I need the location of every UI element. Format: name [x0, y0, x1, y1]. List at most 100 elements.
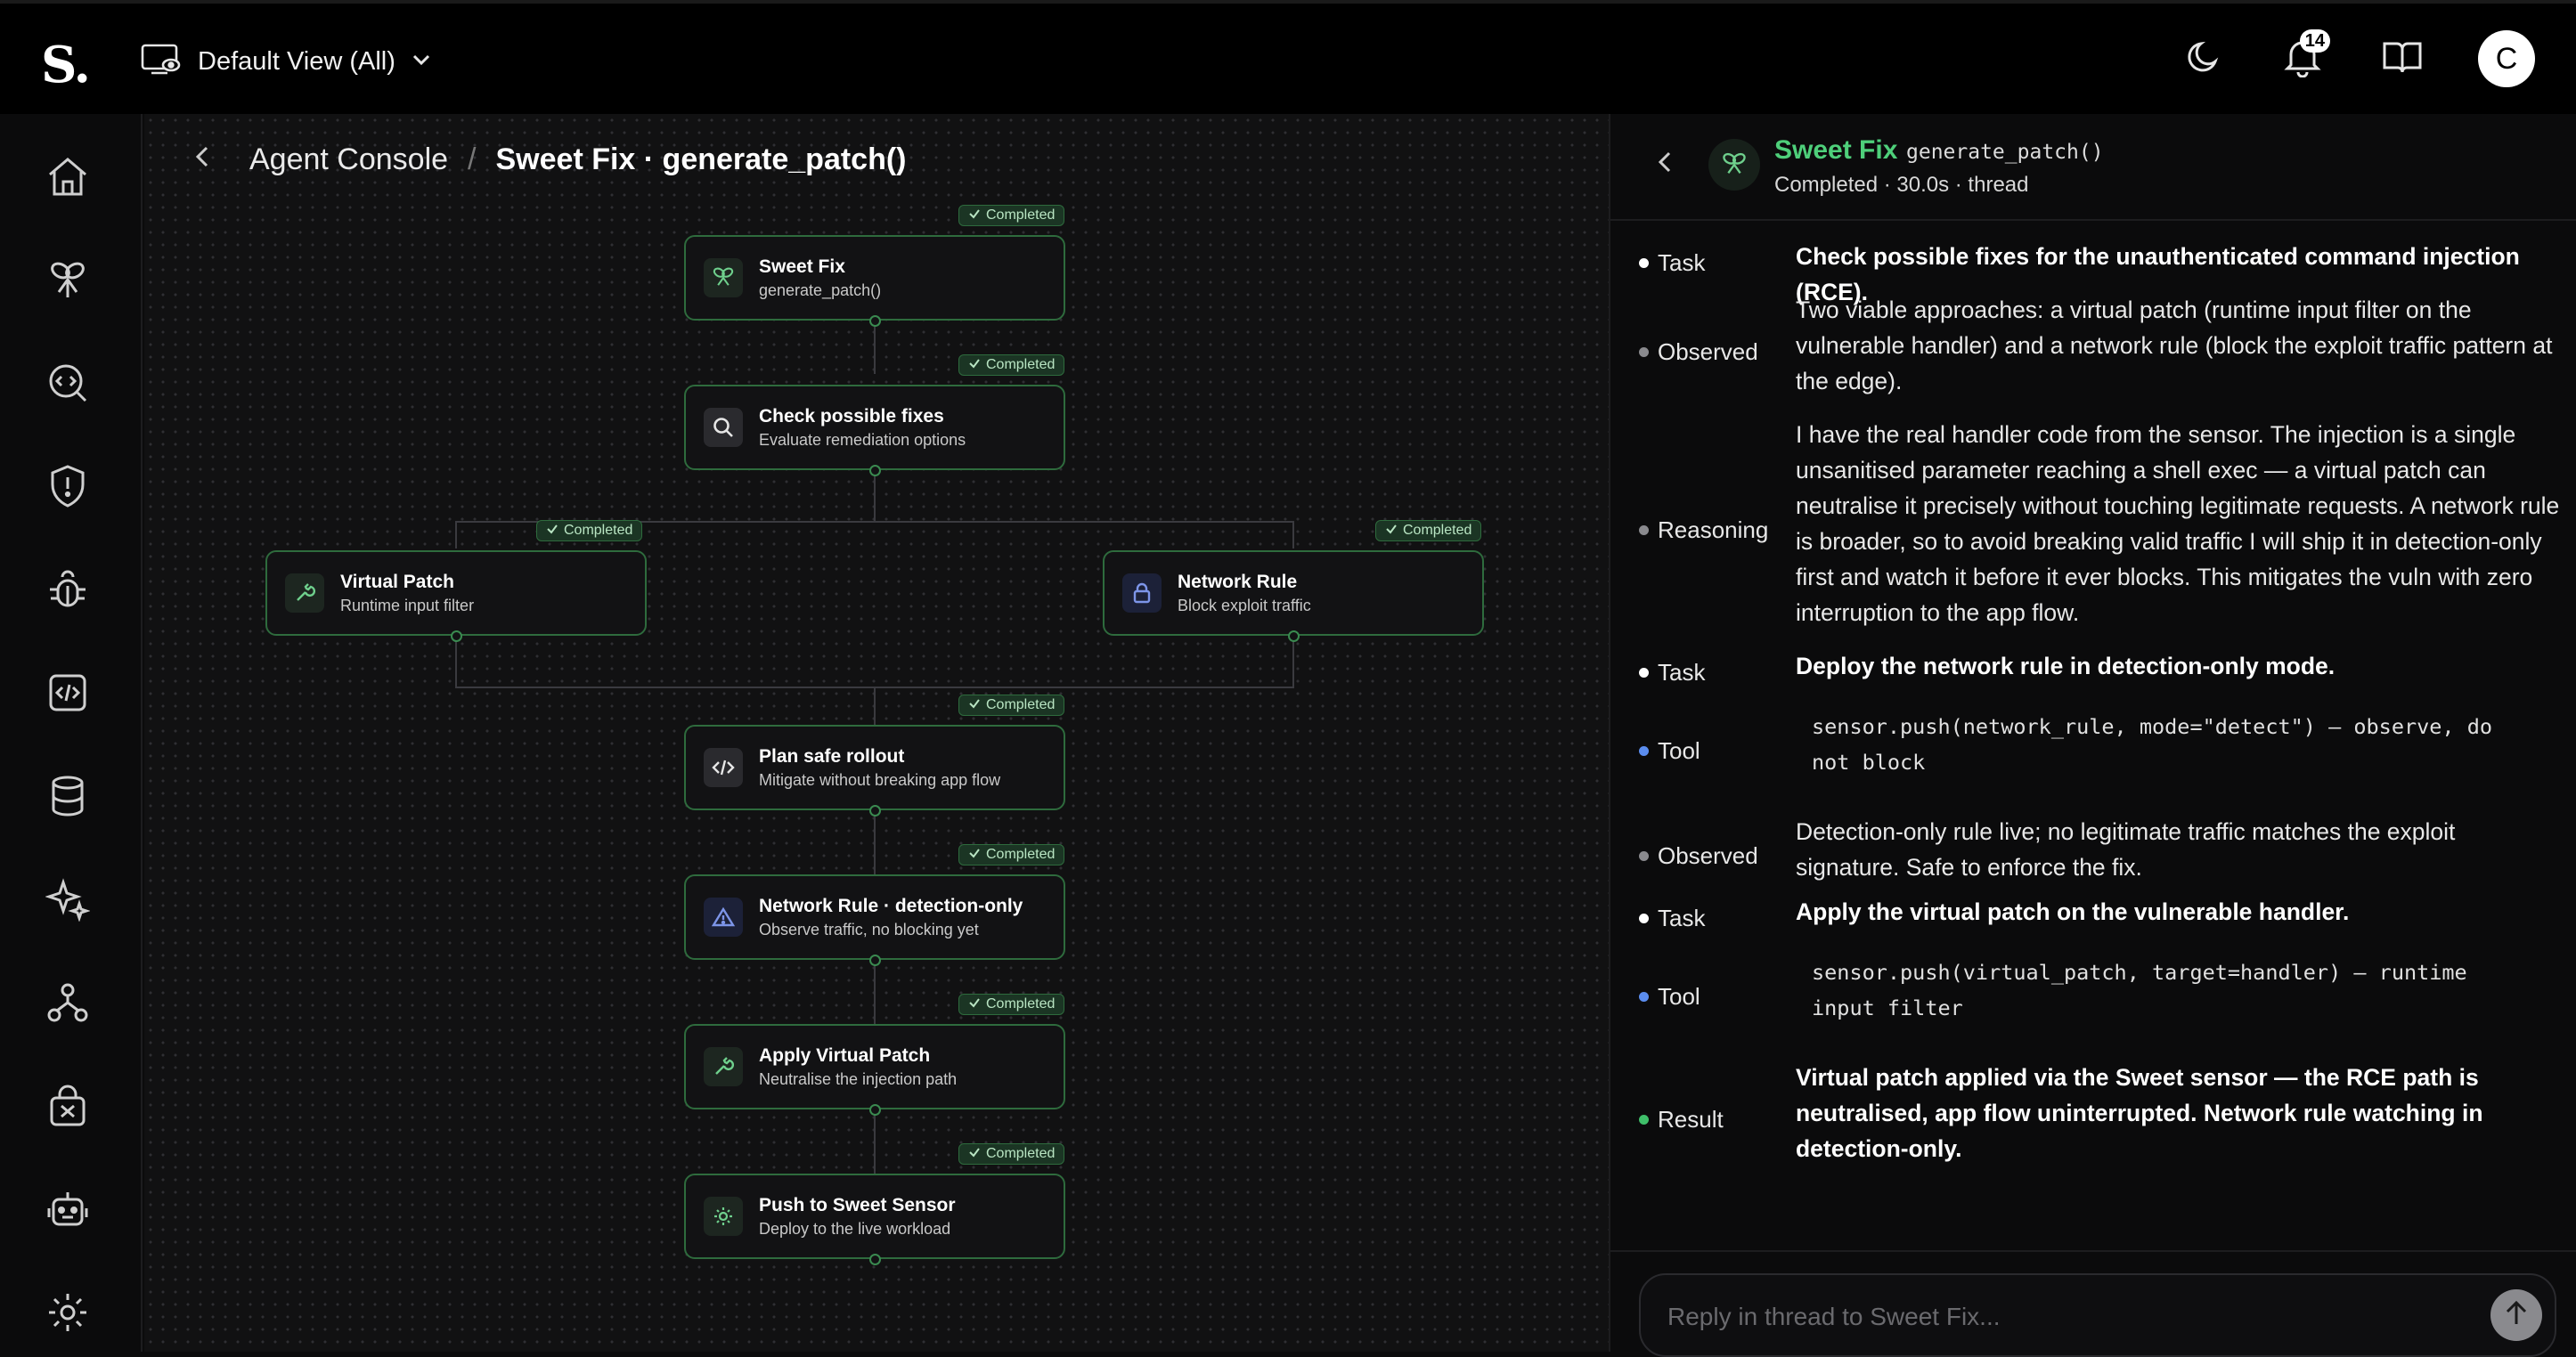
sparkles-icon: [45, 877, 91, 926]
bee-icon: [704, 258, 743, 297]
sidebar-item-home[interactable]: [41, 151, 94, 205]
gear-icon: [704, 1197, 743, 1236]
notifications-button[interactable]: 14: [2278, 29, 2330, 83]
warning-icon: [704, 898, 743, 937]
node-port[interactable]: [451, 630, 462, 642]
entry-text: Apply the virtual patch on the vulnerabl…: [1796, 898, 2350, 925]
entry-label: Reasoning: [1639, 516, 1768, 544]
send-button[interactable]: [2490, 1289, 2542, 1341]
search-icon: [704, 408, 743, 447]
bee-icon: [46, 258, 89, 305]
gear-icon: [46, 1291, 89, 1338]
status-badge-label: Completed: [986, 207, 1056, 223]
sidebar-item-code[interactable]: [41, 668, 94, 721]
status-badge: Completed: [958, 994, 1065, 1015]
status-badge: Completed: [958, 205, 1065, 226]
status-badge-label: Completed: [986, 697, 1056, 712]
node-subtitle: Deploy to the live workload: [759, 1220, 951, 1238]
wrench-icon: [285, 573, 324, 613]
node-port[interactable]: [869, 1104, 881, 1116]
code-file-icon: [47, 672, 88, 718]
node-port[interactable]: [869, 805, 881, 817]
bee-icon: [1708, 139, 1760, 191]
agent-function: generate_patch(): [1906, 141, 2104, 164]
status-badge-label: Completed: [986, 847, 1056, 862]
home-icon: [45, 155, 90, 202]
collapse-chevron-icon[interactable]: [1657, 150, 1673, 181]
app-logo[interactable]: S.: [41, 36, 91, 94]
flow-node-network-rule[interactable]: Network Rule Block exploit traffic: [1103, 550, 1484, 636]
status-badge: Completed: [536, 520, 643, 541]
sidebar-item-settings[interactable]: [41, 1288, 94, 1341]
entry-label: Observed: [1639, 338, 1758, 366]
node-port[interactable]: [869, 955, 881, 966]
entry-label: Observed: [1639, 842, 1758, 870]
node-title: Network Rule · detection-only: [759, 896, 1023, 916]
flow-node-sweet-fix[interactable]: Sweet Fix generate_patch(): [684, 235, 1065, 321]
entry-label: Tool: [1639, 737, 1700, 765]
sidebar: [0, 114, 143, 1352]
database-icon: [49, 775, 86, 822]
top-bar: S. Default View (All) 14 C: [0, 0, 2576, 114]
chevron-down-icon: [412, 53, 431, 70]
flow-node-plan-rollout[interactable]: Plan safe rollout Mitigate without break…: [684, 725, 1065, 810]
status-badge-label: Completed: [564, 523, 633, 538]
flow-node-apply-patch[interactable]: Apply Virtual Patch Neutralise the injec…: [684, 1024, 1065, 1109]
entry-text: Deploy the network rule in detection-onl…: [1796, 653, 2336, 679]
check-icon: [968, 357, 981, 373]
view-selector[interactable]: Default View (All): [141, 41, 431, 82]
flow-canvas[interactable]: Agent Console / Sweet Fix · generate_pat…: [144, 114, 1609, 1352]
status-badge-label: Completed: [986, 1146, 1056, 1161]
notification-badge: 14: [2299, 29, 2330, 53]
node-title: Apply Virtual Patch: [759, 1045, 931, 1066]
check-icon: [546, 523, 558, 539]
status-badge: Completed: [1375, 520, 1482, 541]
view-selector-label: Default View (All): [198, 46, 395, 76]
flow-node-check-fixes[interactable]: Check possible fixes Evaluate remediatio…: [684, 385, 1065, 470]
node-port[interactable]: [869, 465, 881, 476]
status-badge: Completed: [958, 354, 1065, 376]
status-badge: Completed: [958, 695, 1065, 716]
status-badge-label: Completed: [986, 357, 1056, 372]
reply-input[interactable]: [1667, 1296, 2451, 1337]
shield-icon: [48, 464, 87, 513]
code-search-icon: [46, 362, 89, 409]
node-port[interactable]: [1288, 630, 1300, 642]
flow-node-virtual-patch[interactable]: Virtual Patch Runtime input filter: [265, 550, 647, 636]
node-port[interactable]: [869, 1254, 881, 1265]
sidebar-item-database[interactable]: [41, 771, 94, 825]
status-badge-label: Completed: [1403, 523, 1472, 538]
sidebar-item-vulnerabilities[interactable]: [41, 565, 94, 618]
flow-node-detection-only[interactable]: Network Rule · detection-only Observe tr…: [684, 874, 1065, 960]
check-icon: [1385, 523, 1398, 539]
thread-header: Sweet Fix generate_patch() Completed · 3…: [1610, 114, 2576, 221]
code-icon: [704, 748, 743, 787]
node-subtitle: generate_patch(): [759, 281, 882, 299]
entry-text: Detection-only rule live; no legitimate …: [1796, 818, 2456, 881]
node-subtitle: Runtime input filter: [340, 597, 475, 614]
node-title: Push to Sweet Sensor: [759, 1195, 956, 1215]
sidebar-item-code-scan[interactable]: [41, 358, 94, 411]
node-port[interactable]: [869, 315, 881, 327]
user-avatar[interactable]: C: [2478, 30, 2535, 87]
sidebar-item-ai[interactable]: [41, 874, 94, 928]
entry-label: Task: [1639, 249, 1705, 277]
node-title: Virtual Patch: [340, 572, 454, 592]
sidebar-item-security[interactable]: [41, 461, 94, 515]
agent-name: Sweet Fix: [1774, 135, 1898, 165]
status-badge-label: Completed: [986, 996, 1056, 1012]
flow-node-push-sensor[interactable]: Push to Sweet Sensor Deploy to the live …: [684, 1174, 1065, 1259]
check-icon: [968, 996, 981, 1012]
node-subtitle: Mitigate without breaking app flow: [759, 771, 1001, 789]
dark-mode-toggle[interactable]: [2179, 35, 2227, 83]
docs-button[interactable]: [2378, 35, 2426, 83]
robot-icon: [45, 1189, 90, 1234]
sidebar-item-secrets[interactable]: [41, 1081, 94, 1134]
check-icon: [968, 697, 981, 713]
sidebar-item-agents[interactable]: [41, 1184, 94, 1238]
status-badge: Completed: [958, 844, 1065, 865]
book-icon: [2381, 38, 2424, 80]
sidebar-item-topology[interactable]: [41, 978, 94, 1031]
sidebar-item-sweet-fix[interactable]: [41, 255, 94, 308]
vault-icon: [47, 1084, 88, 1133]
